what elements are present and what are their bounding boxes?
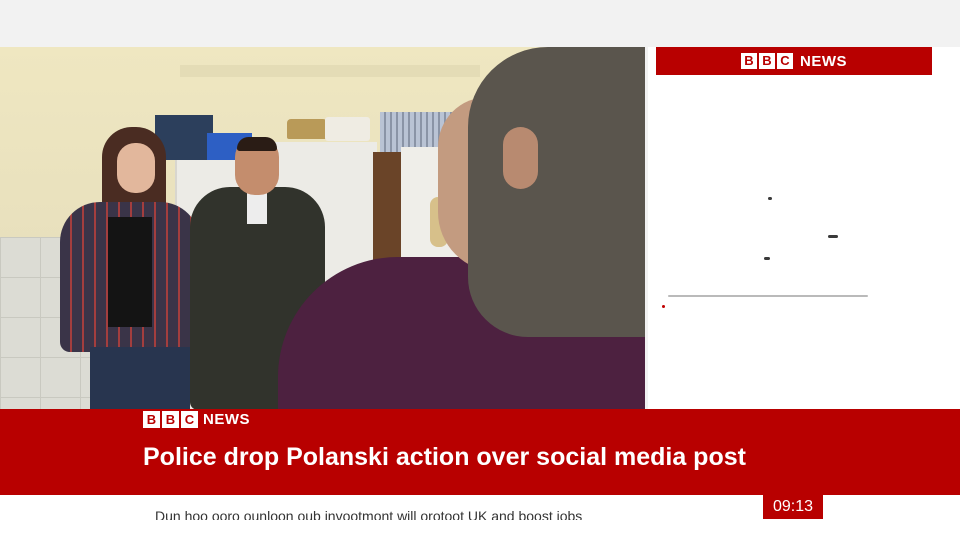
headline-text: Police drop Polanski action over social … (143, 443, 746, 471)
bbc-logo-banner: BBC (143, 411, 198, 428)
clock: 09:13 (763, 495, 823, 519)
woman-left (60, 127, 200, 410)
video-feed (0, 47, 645, 410)
news-wordmark: NEWS (800, 52, 847, 70)
banner-brand: BBC NEWS (143, 411, 250, 428)
bbc-logo: BBC (741, 53, 793, 69)
side-brand-bar: BBC NEWS (656, 47, 932, 75)
woman-foreground (278, 47, 645, 410)
ticker-text: Dun hoo ooro ounloon oub invootmont will… (155, 508, 583, 520)
side-panel (648, 47, 960, 410)
news-wordmark-banner: NEWS (203, 411, 250, 428)
